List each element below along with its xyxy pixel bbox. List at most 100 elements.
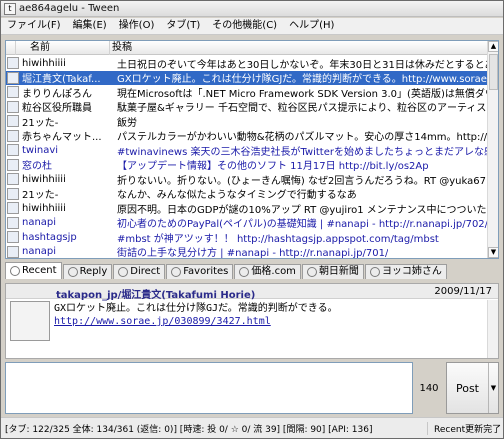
- table-row[interactable]: twinavi #twinavinews 楽天の三木谷浩史社長がTwitterを始…: [6, 143, 498, 158]
- row-username: 21ッた-: [22, 190, 59, 201]
- table-row[interactable]: hiwihhiiii 原因不明。日本のGDPが謎の10%アップ RT @yujir…: [6, 201, 498, 216]
- tab-status-icon: [118, 267, 129, 277]
- menu-item[interactable]: 操作(O): [113, 18, 161, 34]
- menu-item[interactable]: タブ(T): [160, 18, 206, 34]
- row-post-text: #mbst が神アツッす！！ http://hashtagsjp.appspot…: [117, 233, 439, 245]
- detail-date: 2009/11/17: [434, 286, 492, 297]
- table-row[interactable]: 窓の杜 【アップデート情報】その他のソフト 11月17日 http://bit.l…: [6, 158, 498, 172]
- detail-text: GXロケット廃止。これは仕分け隊GJだ。常識的判断ができる。: [54, 303, 338, 314]
- post-button[interactable]: Post ▼: [446, 362, 499, 414]
- row-username: twinavi: [22, 144, 59, 156]
- post-column-header[interactable]: 投稿: [110, 41, 498, 55]
- table-row[interactable]: nanapi 初心者のためのPayPal(ペイパル)の基礎知識 | #nanapi…: [6, 216, 498, 230]
- tab-bar: Recent Reply Direct Favorites 価格.com 朝日新聞 ヨッコ姉…: [5, 262, 499, 279]
- table-row[interactable]: 21ッた- なんか、みんな似たようなタイミングで行動するなあ: [6, 187, 498, 201]
- tab-label: 朝日新聞: [318, 266, 359, 277]
- avatar[interactable]: [7, 187, 19, 200]
- timeline-list: 名前 投稿 hiwihhiiii 土日祝日のぞいて今年はあと30日しかないぞ。年末…: [5, 40, 499, 259]
- tab-4[interactable]: 価格.com: [234, 264, 301, 279]
- tab-label: Reply: [79, 266, 108, 277]
- tweet-detail-panel: takapon_jp/堀江貴文(Takafumi Horie) 2009/11/…: [5, 283, 499, 359]
- name-column-header[interactable]: 名前: [16, 41, 110, 55]
- title-bar: t ae864agelu - Tween: [1, 1, 503, 17]
- tab-label: Favorites: [183, 266, 229, 277]
- detail-scrollbar[interactable]: [487, 300, 498, 358]
- table-row[interactable]: hiwihhiiii 折りないい。折りない。(ひょーきん嘱悔) なぜ2回言うんだろ…: [6, 172, 498, 187]
- avatar[interactable]: [7, 231, 19, 244]
- row-post-text: なんか、みんな似たようなタイミングで行動するなあ: [117, 190, 357, 201]
- avatar[interactable]: [7, 115, 19, 128]
- tab-status-icon: [171, 267, 182, 277]
- table-row[interactable]: nanapi 街詰の上手な見分け方 | #nanapi - http://r.na…: [6, 245, 498, 259]
- row-username: 赤ちゃんマット...: [22, 132, 102, 143]
- avatar[interactable]: [7, 129, 19, 142]
- avatar[interactable]: [7, 173, 19, 186]
- row-post-text: 【アップデート情報】その他のソフト 11月17日 http://bit.ly/o…: [117, 161, 429, 172]
- menu-item[interactable]: ヘルプ(H): [283, 18, 340, 34]
- post-dropdown-icon[interactable]: ▼: [488, 363, 498, 413]
- row-username: 堀江貴文(Takaf...: [22, 74, 101, 85]
- table-row[interactable]: 堀江貴文(Takaf... GXロケット廃止。これは仕分け隊GJだ。常識的判断がで…: [6, 70, 498, 85]
- row-username: hashtagsjp: [22, 231, 77, 243]
- icon-column-header[interactable]: [6, 41, 16, 55]
- tab-3[interactable]: Favorites: [166, 264, 234, 279]
- row-username: 21ッた-: [22, 117, 59, 129]
- row-username: nanapi: [22, 246, 57, 258]
- window-title: ae864agelu - Tween: [19, 3, 120, 14]
- tab-label: Direct: [130, 266, 161, 277]
- tab-6[interactable]: ヨッコ姉さん: [364, 264, 447, 279]
- row-username: 窓の杜: [22, 161, 52, 172]
- row-post-text: 現在Microsoftは「.NET Micro Framework SDK Ve…: [117, 88, 498, 100]
- tab-label: Recent: [22, 265, 57, 276]
- avatar[interactable]: [7, 57, 19, 70]
- row-username: まりりんぽろん: [22, 88, 92, 100]
- row-post-text: 駄菓子屋&ギャラリー 千石空間で、粒谷区民パス提示により、粒谷区のアーティストは…: [117, 103, 498, 114]
- row-post-text: 折りないい。折りない。(ひょーきん嘱悔) なぜ2回言うんだろうね。RT @yuk…: [117, 175, 498, 187]
- table-row[interactable]: 粒谷区役所職員 駄菓子屋&ギャラリー 千石空間で、粒谷区民パス提示により、粒谷区の…: [6, 100, 498, 114]
- app-icon: t: [4, 2, 16, 15]
- tab-label: 価格.com: [251, 266, 296, 277]
- avatar[interactable]: [7, 144, 19, 157]
- tab-1[interactable]: Reply: [62, 264, 113, 279]
- table-row[interactable]: まりりんぽろん 現在Microsoftは「.NET Micro Framework…: [6, 85, 498, 100]
- avatar[interactable]: [7, 216, 19, 229]
- scroll-down-icon[interactable]: ▼: [488, 247, 498, 258]
- avatar[interactable]: [10, 301, 50, 341]
- menu-bar: ファイル(F) 編集(E) 操作(O) タブ(T) その他機能(C) ヘルプ(H): [1, 18, 503, 35]
- avatar[interactable]: [7, 86, 19, 99]
- table-row[interactable]: 赤ちゃんマット... パステルカラーがかわいい動物&花柄のパズルマット。安心の厚さ…: [6, 129, 498, 143]
- detail-link[interactable]: http://www.sorae.jp/030899/3427.html: [54, 315, 474, 328]
- tab-0[interactable]: Recent: [5, 262, 62, 279]
- menu-item[interactable]: その他機能(C): [206, 18, 283, 34]
- table-row[interactable]: hiwihhiiii 土日祝日のぞいて今年はあと30日しかないぞ。年末30日と31…: [6, 56, 498, 71]
- detail-body: GXロケット廃止。これは仕分け隊GJだ。常識的判断ができる。 http://ww…: [54, 302, 474, 328]
- tab-status-icon: [239, 267, 250, 277]
- char-count: 140: [419, 382, 439, 394]
- row-post-text: 街詰の上手な見分け方 | #nanapi - http://r.nanapi.j…: [117, 248, 389, 259]
- timeline-scrollbar[interactable]: ▲ ▼: [487, 41, 498, 258]
- menu-item[interactable]: 編集(E): [67, 18, 113, 34]
- detail-username[interactable]: takapon_jp/堀江貴文(Takafumi Horie): [56, 286, 255, 301]
- menu-item[interactable]: ファイル(F): [1, 18, 67, 34]
- tab-status-icon: [306, 267, 317, 277]
- tab-2[interactable]: Direct: [113, 264, 166, 279]
- avatar[interactable]: [7, 71, 19, 84]
- avatar[interactable]: [7, 202, 19, 215]
- row-username: hiwihhiiii: [22, 57, 66, 69]
- scroll-thumb[interactable]: [489, 54, 498, 90]
- table-row[interactable]: 21ッた- 飯労: [6, 114, 498, 129]
- scroll-up-icon[interactable]: ▲: [488, 41, 498, 52]
- tab-status-icon: [67, 267, 78, 277]
- row-post-text: 原因不明。日本のGDPが謎の10%アップ RT @yujiro1 メンテナンス中…: [117, 204, 498, 216]
- tween-window: t ae864agelu - Tween ファイル(F) 編集(E) 操作(O) タブ…: [0, 0, 504, 439]
- table-row[interactable]: hashtagsjp #mbst が神アツッす！！ http://hashtags…: [6, 230, 498, 245]
- avatar[interactable]: [7, 158, 19, 171]
- compose-textarea[interactable]: [5, 362, 413, 414]
- row-username: 粒谷区役所職員: [22, 103, 92, 114]
- status-text: [タブ: 122/325 全体: 134/361 (返信: 0)] [時速: 投…: [5, 424, 373, 435]
- avatar[interactable]: [7, 245, 19, 258]
- avatar[interactable]: [7, 100, 19, 113]
- row-post-text: 初心者のためのPayPal(ペイパル)の基礎知識 | #nanapi - htt…: [117, 219, 489, 230]
- tab-5[interactable]: 朝日新聞: [301, 264, 364, 279]
- status-bar: [タブ: 122/325 全体: 134/361 (返信: 0)] [時速: 投…: [1, 417, 503, 438]
